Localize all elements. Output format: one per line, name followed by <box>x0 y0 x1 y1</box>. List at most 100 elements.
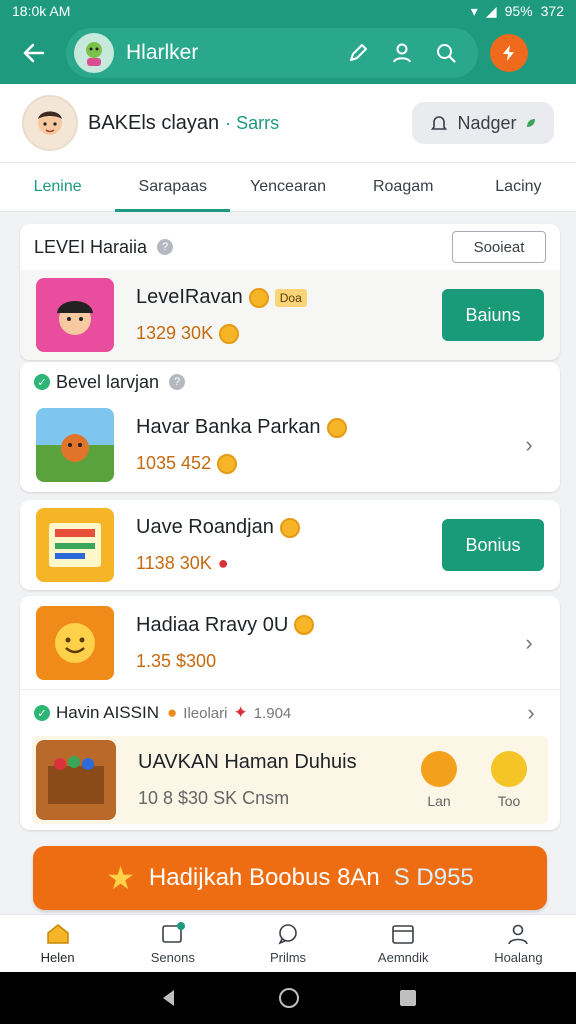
recents-square-icon[interactable] <box>398 988 418 1008</box>
profile-button[interactable] <box>380 31 424 75</box>
coin-icon <box>248 287 269 308</box>
coin-icon <box>279 517 300 538</box>
coin-icon <box>326 417 347 438</box>
list-item[interactable]: Havar Banka Parkan 1035 452 › <box>20 402 560 488</box>
search-button[interactable] <box>424 31 468 75</box>
title-pill: Hlarlker <box>66 28 478 78</box>
section-header: LEVEI Haraiia ? Sooieat <box>20 224 560 270</box>
section-action-button[interactable]: Sooieat <box>452 231 546 263</box>
section-meta: Ileolari <box>183 704 228 722</box>
cake-icon: ● <box>167 703 178 722</box>
bonus-cta-button[interactable]: ★ Hadijkah Boobus 8An S D955 <box>33 846 547 910</box>
nav-home[interactable]: Helen <box>0 915 115 972</box>
nudge-label: Nadger <box>457 112 517 133</box>
info-icon[interactable]: ? <box>157 239 174 255</box>
nudge-button[interactable]: Nadger <box>412 102 554 144</box>
tab-lenine[interactable]: Lenine <box>0 163 115 211</box>
nav-hoalang[interactable]: Hoalang <box>461 915 576 972</box>
info-icon[interactable]: ? <box>169 374 186 390</box>
reward-option[interactable]: Too <box>474 751 544 809</box>
chevron-right-icon[interactable]: › <box>514 432 544 458</box>
home-icon <box>46 924 69 944</box>
item-stats: 1138 30K <box>136 553 212 573</box>
claim-button[interactable]: Baiuns <box>442 289 544 341</box>
coin-icon <box>219 323 240 344</box>
list-icon <box>161 922 185 943</box>
bell-icon <box>431 116 448 130</box>
item-tag: Doa <box>274 288 307 307</box>
group-avatar[interactable] <box>74 33 114 73</box>
back-triangle-icon[interactable] <box>158 987 180 1009</box>
reward-label: Lan <box>427 793 451 809</box>
item-title: Uave Roandjan <box>136 516 274 538</box>
smiley-icon <box>55 622 95 663</box>
coin-icon <box>294 615 315 635</box>
list-item[interactable]: Uave Roandjan 1138 30K ● Bonius <box>20 500 560 590</box>
tab-sarapaas[interactable]: Sarapaas <box>115 163 231 212</box>
ribbon-icon: ✦ <box>233 703 248 722</box>
chevron-right-icon[interactable]: › <box>514 630 544 656</box>
tab-laciny[interactable]: Laciny <box>461 163 576 211</box>
status-clock-right: 372 <box>540 3 564 19</box>
tab-roagam[interactable]: Roagam <box>346 163 461 211</box>
item-title: Hadiaa Rravy 0U <box>136 613 289 636</box>
user-face-icon <box>38 111 62 135</box>
edit-button[interactable] <box>336 31 380 75</box>
coin-icon <box>217 453 238 474</box>
battery-level: 95% <box>504 3 533 19</box>
bottom-nav: Helen Senons Prilms Aemndik Hoalang <box>0 914 576 972</box>
list-item[interactable]: Hadiaa Rravy 0U 1.35 $300 › <box>20 596 560 690</box>
cta-amount: S D955 <box>393 864 474 891</box>
level-card: LEVEI Haraiia ? Sooieat LeveIRavan Doa 1… <box>20 224 560 360</box>
game-thumbnail <box>36 408 114 482</box>
profile-header: BAKEls clayan · Sarrs Nadger <box>0 84 576 162</box>
list-item[interactable]: UAVKAN Haman Duhuis 10 8 $30 SK Cnsm Lan… <box>32 736 548 824</box>
cta-text: Hadijkah Boobus 8An <box>148 864 380 891</box>
wifi-icon: ▾ <box>470 2 478 19</box>
tab-yencearan[interactable]: Yencearan <box>230 163 345 211</box>
chevron-right-icon[interactable]: › <box>516 700 546 726</box>
search-icon <box>437 44 456 63</box>
person-icon <box>508 924 529 945</box>
nav-label: Aemndik <box>377 950 429 965</box>
back-button[interactable] <box>10 29 58 77</box>
nav-senons[interactable]: Senons <box>115 915 230 972</box>
character-icon <box>86 42 102 66</box>
star-icon: ★ <box>106 860 135 896</box>
arrow-left-icon <box>23 43 45 63</box>
bonus-button[interactable]: Bonius <box>442 519 544 571</box>
uave-card: Uave Roandjan 1138 30K ● Bonius <box>20 500 560 590</box>
app-bar: Hlarlker <box>0 22 576 84</box>
item-stats: 1329 30K <box>136 323 214 343</box>
reward-option[interactable]: Lan <box>404 751 474 809</box>
signal-icon: ◢ <box>485 2 497 19</box>
avatar[interactable] <box>22 95 78 151</box>
nav-aemndik[interactable]: Aemndik <box>346 915 461 972</box>
home-circle-icon[interactable] <box>277 986 301 1010</box>
nav-label: Hoalang <box>494 950 543 965</box>
reward-label: Too <box>497 793 521 809</box>
game-thumbnail <box>36 508 114 582</box>
pencil-icon <box>350 44 367 61</box>
nav-prilms[interactable]: Prilms <box>230 915 345 972</box>
section-meta-value: 1.904 <box>253 704 292 722</box>
list-item[interactable]: LeveIRavan Doa 1329 30K Baiuns <box>20 270 560 360</box>
crate-icon <box>48 756 104 804</box>
tab-bar: Lenine Sarapaas Yencearan Roagam Laciny <box>0 162 576 212</box>
nav-label: Prilms <box>269 950 307 965</box>
nav-label: Senons <box>150 950 195 965</box>
bolt-icon <box>503 45 514 61</box>
section-title: Havin AISSIN <box>56 703 159 722</box>
calendar-icon <box>392 925 415 944</box>
item-stats: 1035 452 <box>136 453 212 473</box>
pirate-girl-icon <box>57 301 93 335</box>
reward-icon <box>421 751 457 787</box>
quick-action-button[interactable] <box>490 34 528 72</box>
game-thumbnail <box>36 605 114 680</box>
leaf-icon <box>526 119 535 127</box>
item-title: LeveIRavan <box>136 286 243 308</box>
check-icon: ✓ <box>34 705 50 721</box>
section-title: Bevel larvjan <box>56 371 160 392</box>
section-header: ✓ Bevel larvjan ? <box>20 362 560 402</box>
system-nav-bar <box>0 972 576 1024</box>
